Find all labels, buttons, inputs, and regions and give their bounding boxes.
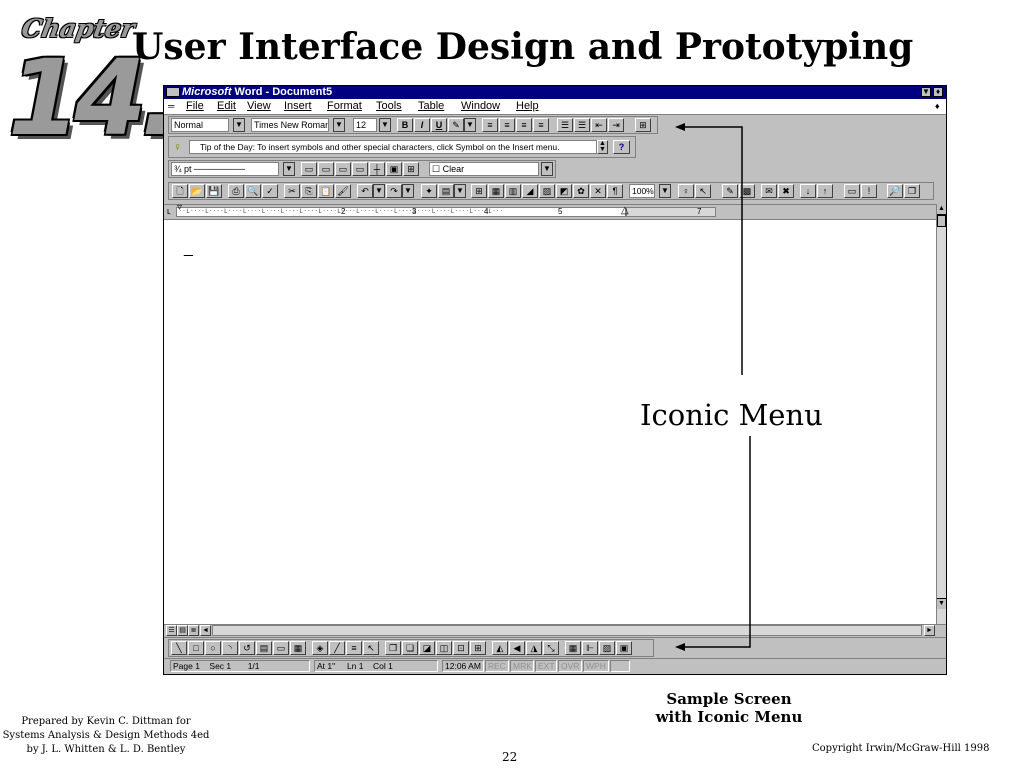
copyright: Copyright Irwin/McGraw-Hill 1998 <box>812 743 990 754</box>
annotation-arrows <box>675 123 751 651</box>
page-number: 22 <box>502 750 518 764</box>
arrow-head-top-icon <box>675 123 685 131</box>
arrow-head-bottom-icon <box>675 643 685 651</box>
footer-credit-1: Prepared by Kevin C. Dittman for <box>21 716 191 727</box>
caption-line-2: with Iconic Menu <box>655 708 803 726</box>
arrow-to-toolbar <box>678 126 743 375</box>
footer-credit-3: by J. L. Whitten & L. D. Bentley <box>26 744 186 755</box>
caption-line-1: Sample Screen <box>666 690 792 708</box>
iconic-menu-label: Iconic Menu <box>640 398 823 432</box>
arrow-to-drawing-toolbar <box>678 436 751 648</box>
footer-credit-2: Systems Analysis & Design Methods 4ed <box>2 730 210 741</box>
